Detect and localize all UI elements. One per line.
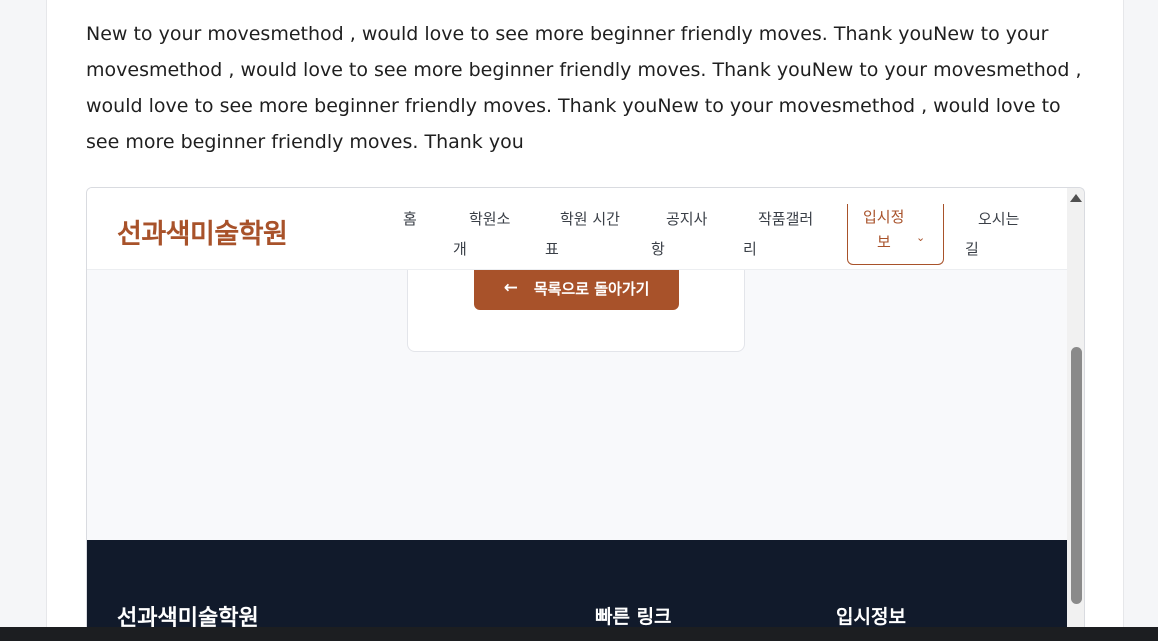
- nav-label-line2: 개: [453, 240, 467, 258]
- nav-label-line1: 공지사: [666, 210, 708, 228]
- nav-label-line2: 길: [965, 240, 979, 258]
- site-logo[interactable]: 선과색미술학원: [117, 212, 288, 251]
- nav-item-admissions[interactable]: 입시정 보 ⌄: [847, 204, 944, 265]
- nav-item-location[interactable]: 오시는 길: [965, 204, 1019, 264]
- nav-label-line1: 작품갤러: [758, 210, 814, 228]
- footer-brand: 선과색미술학원: [117, 606, 259, 627]
- nav-label-line1: 홈: [403, 210, 417, 228]
- footer-admissions-heading: 입시정보: [836, 606, 906, 627]
- nav-label-line1: 학원 시간: [560, 210, 620, 228]
- nav-item-timetable[interactable]: 학원 시간 표: [545, 204, 620, 264]
- nav-item-about[interactable]: 학원소 개: [453, 204, 510, 264]
- nav-label-line2: 표: [545, 240, 559, 258]
- nav-label-line1: 학원소: [469, 210, 511, 228]
- nav-item-home[interactable]: 홈: [403, 204, 417, 234]
- nav-label-line1: 오시는: [978, 210, 1020, 228]
- back-to-list-label: 목록으로 돌아가기: [533, 279, 650, 298]
- site-header: 선과색미술학원 홈 학원소 개 학원 시간 표 공지사 항 작품갤러 리 입시정: [87, 188, 1067, 270]
- nav-label-line2: 항: [651, 240, 665, 258]
- chevron-down-icon: ⌄: [916, 231, 926, 244]
- scroll-up-arrow-icon[interactable]: [1070, 194, 1082, 202]
- embed-scrollbar[interactable]: [1067, 188, 1084, 627]
- nav-item-gallery[interactable]: 작품갤러 리: [743, 204, 813, 264]
- scrollbar-thumb[interactable]: [1071, 347, 1082, 604]
- bottom-bar: [0, 627, 1158, 641]
- arrow-left-icon: ←: [503, 278, 518, 298]
- post-body-text: New to your movesmethod , would love to …: [86, 23, 1082, 153]
- embedded-viewport: 선과색미술학원 홈 학원소 개 학원 시간 표 공지사 항 작품갤러 리 입시정: [87, 188, 1067, 627]
- nav-item-notice[interactable]: 공지사 항: [651, 204, 707, 264]
- site-footer: 선과색미술학원 빠른 링크 입시정보: [87, 540, 1067, 627]
- embedded-website-frame: 선과색미술학원 홈 학원소 개 학원 시간 표 공지사 항 작품갤러 리 입시정: [86, 187, 1085, 627]
- nav-label-line2: 리: [743, 240, 757, 258]
- back-to-list-button[interactable]: ← 목록으로 돌아가기: [474, 266, 679, 310]
- footer-quick-links-heading: 빠른 링크: [595, 606, 672, 627]
